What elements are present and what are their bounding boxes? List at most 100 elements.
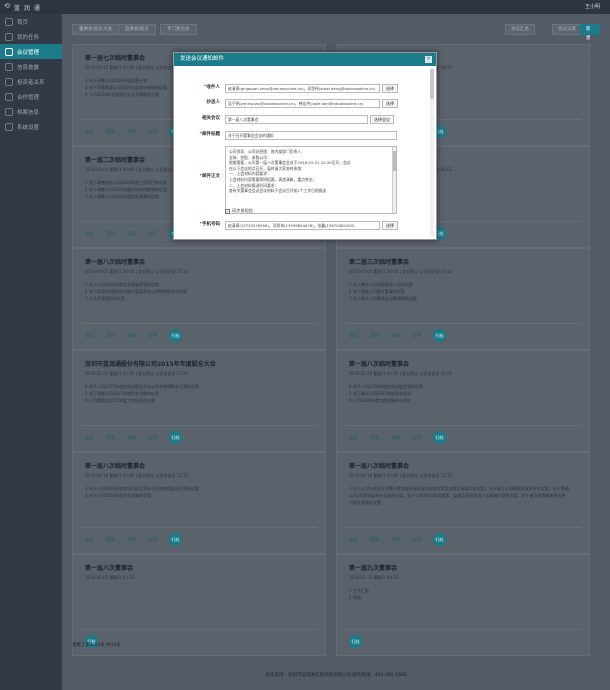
archive-button[interactable]: 归档: [169, 431, 182, 444]
sidebar-item[interactable]: 合作管理: [0, 89, 62, 104]
card-action-link[interactable]: 签到: [370, 435, 379, 441]
subject-field[interactable]: 关于召开董事会会议的通知: [225, 131, 397, 140]
card-action-link[interactable]: 通知: [127, 333, 136, 339]
checkbox-check-icon[interactable]: ✓: [225, 208, 230, 214]
card-action-link[interactable]: 会议: [349, 333, 358, 339]
card-action-link[interactable]: 签到: [106, 435, 115, 441]
meeting-title[interactable]: 第一届八次临时董事会: [85, 257, 145, 266]
card-action-link[interactable]: 签到: [106, 231, 115, 237]
agenda-item: 3 产品开发规划的议案: [85, 296, 125, 301]
card-action-link[interactable]: 签到: [106, 129, 115, 135]
current-user[interactable]: 王小明: [585, 3, 600, 10]
meeting-card[interactable]: 深圳市蓝润通股份有限公司2015年年度股东大会 2016-02-22 董秘/3 1…: [72, 350, 326, 452]
to-label: *收件人: [204, 85, 220, 90]
close-icon[interactable]: ×: [425, 56, 432, 63]
back-icon[interactable]: ⟲: [4, 2, 10, 10]
archive-button[interactable]: 归档: [169, 329, 182, 342]
card-action-link[interactable]: 召开: [148, 537, 157, 543]
archive-button[interactable]: 归档: [433, 329, 446, 342]
to-select-button[interactable]: 选择: [382, 84, 398, 93]
body-label: *邮件正文: [199, 174, 220, 179]
sidebar-item-label: 我的任务: [17, 34, 40, 41]
meeting-title[interactable]: 第二届三次临时董事会: [349, 257, 409, 266]
meeting-summary-button[interactable]: 会议汇总: [505, 24, 535, 35]
card-action-link[interactable]: 召开: [412, 537, 421, 543]
body-textarea[interactable]: 公司领导、公司总经理、各内部部门负责人： 全体、控股、参股公司： 根据需要，公司第…: [225, 146, 397, 214]
sidebar-item[interactable]: 档案信息: [0, 104, 62, 119]
meeting-title[interactable]: 第一届八次董事会: [85, 563, 133, 572]
card-action-link[interactable]: 会议: [85, 129, 94, 135]
card-action-link[interactable]: 召开: [148, 435, 157, 441]
new-meeting-button[interactable]: 新建会议: [580, 24, 600, 59]
meeting-card[interactable]: 第一届八次临时董事会 2016-02-19 董秘/3 10:00 | 会议地点 公…: [72, 452, 326, 554]
sidebar-item[interactable]: 信息披露: [0, 59, 62, 74]
sms-select-button[interactable]: 选择: [382, 221, 398, 230]
card-action-link[interactable]: 通知: [127, 129, 136, 135]
meeting-card[interactable]: 第一届八次临时董事会 2016-02-26 董秘/3 09:30 | 会议地点 公…: [336, 350, 590, 452]
card-action-link[interactable]: 会议: [85, 435, 94, 441]
card-action-link[interactable]: 通知: [127, 537, 136, 543]
card-action-link[interactable]: 会议: [349, 435, 358, 441]
meeting-title[interactable]: 深圳市蓝润通股份有限公司2015年年度股东大会: [85, 359, 216, 368]
card-action-link[interactable]: 通知: [127, 435, 136, 441]
meeting-card[interactable]: 第一届八次临时董事会 2016-02-19 董秘/3 10:00 | 会议地点 公…: [336, 452, 590, 554]
tab-supervisory-meetings[interactable]: 监事会/股东: [118, 24, 157, 35]
card-action-link[interactable]: 召开: [412, 333, 421, 339]
card-action-link[interactable]: 会议: [85, 333, 94, 339]
card-action-link[interactable]: 通知: [127, 231, 136, 237]
meeting-card[interactable]: 第二届三次临时董事会 2016-03-01 董秘/3 10:30 | 会议地点 公…: [336, 248, 590, 350]
textarea-scrollbar[interactable]: [392, 147, 396, 213]
meeting-card[interactable]: 第一届八次董事会 2016-02-01 董秘/2 10:30 归档: [72, 554, 326, 656]
card-action-link[interactable]: 会议: [349, 537, 358, 543]
card-action-link[interactable]: 召开: [148, 129, 157, 135]
cc-field[interactable]: 吴子明(ziming.wu@valuexsoline.cn)，韩佳杰(jiaji…: [225, 99, 380, 108]
meeting-title[interactable]: 第一届八次临时董事会: [349, 461, 409, 470]
archive-button[interactable]: 归档: [433, 533, 446, 546]
cc-select-button[interactable]: 选择: [382, 99, 398, 108]
card-action-link[interactable]: 通知: [391, 333, 400, 339]
menu-icon: [5, 62, 13, 71]
card-action-link[interactable]: 签到: [106, 333, 115, 339]
dialog-header: 发送会议通知邮件 ×: [174, 53, 436, 66]
meeting-card[interactable]: 第一届八次临时董事会 2016-03-01 董秘/3 10:30 | 会议地点 公…: [72, 248, 326, 350]
card-action-link[interactable]: 召开: [412, 435, 421, 441]
to-field[interactable]: 赵清泉(qingquan.zhao@valuexsoline.cn)，邓思伟(s…: [225, 84, 380, 93]
card-action-link[interactable]: 签到: [370, 333, 379, 339]
meeting-title[interactable]: 第一届八次临时董事会: [349, 359, 409, 368]
sidebar-item[interactable]: 首页: [0, 14, 62, 29]
meeting-field[interactable]: 第一届八次董事会: [225, 115, 368, 124]
card-actions: 会议 签到 通知 召开 归档: [85, 533, 182, 546]
meeting-card[interactable]: 第一届九次董事会 2016-01-22 董秘/2 09:30 1 工作汇报 2 其他归…: [336, 554, 590, 656]
sync-sms-checkbox[interactable]: ✓ 同步发短信: [225, 208, 253, 214]
menu-icon: [5, 17, 13, 26]
card-action-link[interactable]: 通知: [391, 435, 400, 441]
meeting-title[interactable]: 第一届二次临时董事会: [85, 155, 145, 164]
menu-icon: [5, 122, 13, 131]
sidebar-item[interactable]: 我的任务: [0, 29, 62, 44]
card-action-link[interactable]: 召开: [148, 333, 157, 339]
sidebar-item[interactable]: 投资者关系: [0, 74, 62, 89]
sidebar-item-label: 首页: [17, 19, 29, 26]
sms-field[interactable]: 赵清泉(13725576956)，邓思伟(13599854678)，张鑫(136…: [225, 221, 380, 230]
dialog-scrollbar[interactable]: [430, 69, 434, 237]
meeting-select-button[interactable]: 选择会议: [370, 115, 394, 124]
meeting-title[interactable]: 第一届九次董事会: [349, 563, 397, 572]
card-action-link[interactable]: 会议: [85, 231, 94, 237]
meeting-title[interactable]: 第一届八次临时董事会: [85, 461, 145, 470]
meeting-title[interactable]: 第一届七次临时董事会: [85, 53, 145, 62]
card-action-link[interactable]: 签到: [106, 537, 115, 543]
meeting-meta: 2016-02-01 董秘/2 10:30: [85, 575, 135, 580]
tab-board-meetings[interactable]: 董事会/股东大会: [72, 24, 120, 35]
tab-committee-meetings[interactable]: 专门委员会: [160, 24, 197, 35]
archive-button[interactable]: 归档: [433, 431, 446, 444]
sidebar-item[interactable]: 系统设置: [0, 119, 62, 134]
sidebar-item-label: 系统设置: [17, 124, 40, 131]
card-action-link[interactable]: 召开: [148, 231, 157, 237]
card-action-link[interactable]: 会议: [85, 537, 94, 543]
archive-button[interactable]: 归档: [169, 533, 182, 546]
meeting-settings-button[interactable]: 会议设置: [552, 24, 582, 35]
agenda-item: 3 公司董事会2015年度工作报告的议案: [85, 398, 155, 403]
card-action-link[interactable]: 签到: [370, 537, 379, 543]
sidebar-item[interactable]: 会议管理: [0, 44, 62, 59]
card-action-link[interactable]: 通知: [391, 537, 400, 543]
